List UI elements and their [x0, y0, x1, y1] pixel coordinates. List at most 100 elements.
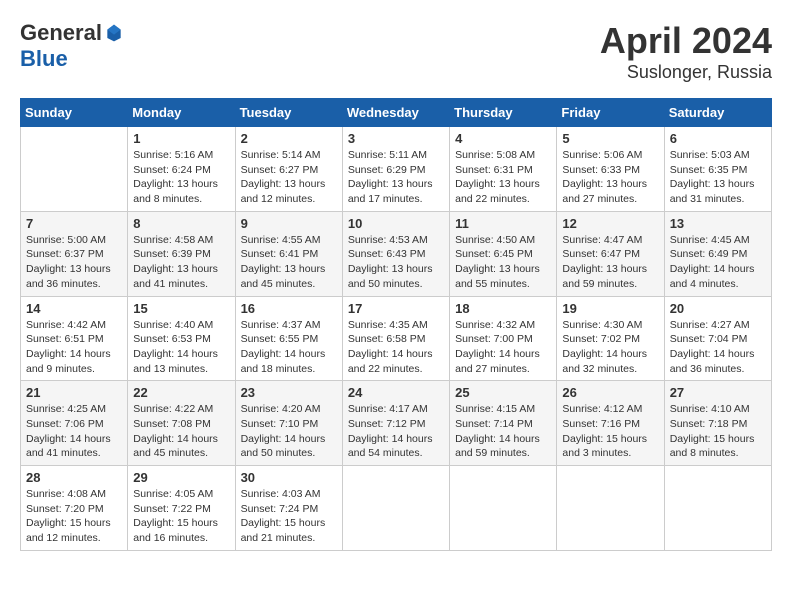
- weekday-header-wednesday: Wednesday: [342, 99, 449, 127]
- day-number: 7: [26, 216, 122, 231]
- calendar-cell: 8Sunrise: 4:58 AM Sunset: 6:39 PM Daylig…: [128, 211, 235, 296]
- calendar-cell: 3Sunrise: 5:11 AM Sunset: 6:29 PM Daylig…: [342, 127, 449, 212]
- day-info: Sunrise: 4:42 AM Sunset: 6:51 PM Dayligh…: [26, 318, 122, 377]
- day-info: Sunrise: 4:45 AM Sunset: 6:49 PM Dayligh…: [670, 233, 766, 292]
- calendar-cell: 20 Sunrise: 4:27 AM Sunset: 7:04 PM Dayli…: [664, 296, 771, 381]
- day-number: 26: [562, 385, 658, 400]
- day-info: Sunrise: 5:14 AM Sunset: 6:27 PM Dayligh…: [241, 148, 337, 207]
- calendar-cell: 27 Sunrise: 4:10 AM Sunset: 7:18 PM Dayli…: [664, 381, 771, 466]
- day-info: Sunrise: 4:55 AM Sunset: 6:41 PM Dayligh…: [241, 233, 337, 292]
- day-number: 8: [133, 216, 229, 231]
- calendar-cell: 13 Sunrise: 4:45 AM Sunset: 6:49 PM Dayli…: [664, 211, 771, 296]
- calendar-cell: 11 Sunrise: 4:50 AM Sunset: 6:45 PM Dayli…: [450, 211, 557, 296]
- week-row-3: 14 Sunrise: 4:42 AM Sunset: 6:51 PM Dayli…: [21, 296, 772, 381]
- day-number: 29: [133, 470, 229, 485]
- day-info: Sunrise: 4:47 AM Sunset: 6:47 PM Dayligh…: [562, 233, 658, 292]
- day-info: Sunrise: 4:05 AM Sunset: 7:22 PM Dayligh…: [133, 487, 229, 546]
- calendar-cell: 12 Sunrise: 4:47 AM Sunset: 6:47 PM Dayli…: [557, 211, 664, 296]
- calendar-cell: 17 Sunrise: 4:35 AM Sunset: 6:58 PM Dayli…: [342, 296, 449, 381]
- day-number: 9: [241, 216, 337, 231]
- weekday-header-sunday: Sunday: [21, 99, 128, 127]
- day-number: 12: [562, 216, 658, 231]
- day-number: 22: [133, 385, 229, 400]
- calendar-cell: 21Sunrise: 4:25 AM Sunset: 7:06 PM Dayli…: [21, 381, 128, 466]
- day-info: Sunrise: 4:10 AM Sunset: 7:18 PM Dayligh…: [670, 402, 766, 461]
- calendar-cell: 18 Sunrise: 4:32 AM Sunset: 7:00 PM Dayli…: [450, 296, 557, 381]
- calendar-cell: 7 Sunrise: 5:00 AM Sunset: 6:37 PM Daylig…: [21, 211, 128, 296]
- logo-icon: [104, 23, 124, 43]
- weekday-header-monday: Monday: [128, 99, 235, 127]
- day-info: Sunrise: 5:00 AM Sunset: 6:37 PM Dayligh…: [26, 233, 122, 292]
- day-info: Sunrise: 4:15 AM Sunset: 7:14 PM Dayligh…: [455, 402, 551, 461]
- day-number: 24: [348, 385, 444, 400]
- day-info: Sunrise: 4:08 AM Sunset: 7:20 PM Dayligh…: [26, 487, 122, 546]
- weekday-header-friday: Friday: [557, 99, 664, 127]
- day-number: 3: [348, 131, 444, 146]
- day-number: 15: [133, 301, 229, 316]
- day-info: Sunrise: 4:50 AM Sunset: 6:45 PM Dayligh…: [455, 233, 551, 292]
- day-info: Sunrise: 5:16 AM Sunset: 6:24 PM Dayligh…: [133, 148, 229, 207]
- day-number: 17: [348, 301, 444, 316]
- day-number: 13: [670, 216, 766, 231]
- calendar-cell: 2 Sunrise: 5:14 AM Sunset: 6:27 PM Daylig…: [235, 127, 342, 212]
- calendar-cell: 22 Sunrise: 4:22 AM Sunset: 7:08 PM Dayli…: [128, 381, 235, 466]
- calendar-cell: 24 Sunrise: 4:17 AM Sunset: 7:12 PM Dayli…: [342, 381, 449, 466]
- day-number: 14: [26, 301, 122, 316]
- day-info: Sunrise: 5:03 AM Sunset: 6:35 PM Dayligh…: [670, 148, 766, 207]
- day-info: Sunrise: 4:27 AM Sunset: 7:04 PM Dayligh…: [670, 318, 766, 377]
- calendar-cell: 29 Sunrise: 4:05 AM Sunset: 7:22 PM Dayli…: [128, 466, 235, 551]
- day-number: 19: [562, 301, 658, 316]
- day-number: 2: [241, 131, 337, 146]
- calendar-cell: 10Sunrise: 4:53 AM Sunset: 6:43 PM Dayli…: [342, 211, 449, 296]
- calendar-cell: 26 Sunrise: 4:12 AM Sunset: 7:16 PM Dayli…: [557, 381, 664, 466]
- day-info: Sunrise: 4:12 AM Sunset: 7:16 PM Dayligh…: [562, 402, 658, 461]
- calendar-cell: 6 Sunrise: 5:03 AM Sunset: 6:35 PM Daylig…: [664, 127, 771, 212]
- calendar-cell: 14 Sunrise: 4:42 AM Sunset: 6:51 PM Dayli…: [21, 296, 128, 381]
- weekday-header-tuesday: Tuesday: [235, 99, 342, 127]
- day-info: Sunrise: 4:30 AM Sunset: 7:02 PM Dayligh…: [562, 318, 658, 377]
- day-number: 28: [26, 470, 122, 485]
- logo-general-text: General: [20, 20, 102, 46]
- day-number: 23: [241, 385, 337, 400]
- day-number: 10: [348, 216, 444, 231]
- day-number: 18: [455, 301, 551, 316]
- week-row-2: 7 Sunrise: 5:00 AM Sunset: 6:37 PM Daylig…: [21, 211, 772, 296]
- day-info: Sunrise: 4:22 AM Sunset: 7:08 PM Dayligh…: [133, 402, 229, 461]
- day-number: 1: [133, 131, 229, 146]
- day-number: 30: [241, 470, 337, 485]
- calendar-cell: 30Sunrise: 4:03 AM Sunset: 7:24 PM Dayli…: [235, 466, 342, 551]
- title-block: April 2024 Suslonger, Russia: [600, 20, 772, 83]
- day-number: 11: [455, 216, 551, 231]
- calendar-cell: [450, 466, 557, 551]
- weekday-header-thursday: Thursday: [450, 99, 557, 127]
- calendar-cell: 25 Sunrise: 4:15 AM Sunset: 7:14 PM Dayli…: [450, 381, 557, 466]
- calendar-cell: 1 Sunrise: 5:16 AM Sunset: 6:24 PM Daylig…: [128, 127, 235, 212]
- calendar-cell: 5Sunrise: 5:06 AM Sunset: 6:33 PM Daylig…: [557, 127, 664, 212]
- day-info: Sunrise: 4:25 AM Sunset: 7:06 PM Dayligh…: [26, 402, 122, 461]
- page-header: General Blue April 2024 Suslonger, Russi…: [20, 20, 772, 83]
- day-info: Sunrise: 5:06 AM Sunset: 6:33 PM Dayligh…: [562, 148, 658, 207]
- weekday-header-saturday: Saturday: [664, 99, 771, 127]
- calendar-cell: 15Sunrise: 4:40 AM Sunset: 6:53 PM Dayli…: [128, 296, 235, 381]
- location-title: Suslonger, Russia: [600, 62, 772, 83]
- week-row-5: 28 Sunrise: 4:08 AM Sunset: 7:20 PM Dayli…: [21, 466, 772, 551]
- calendar-cell: 16Sunrise: 4:37 AM Sunset: 6:55 PM Dayli…: [235, 296, 342, 381]
- calendar-cell: [342, 466, 449, 551]
- day-info: Sunrise: 4:32 AM Sunset: 7:00 PM Dayligh…: [455, 318, 551, 377]
- day-number: 25: [455, 385, 551, 400]
- calendar-cell: [664, 466, 771, 551]
- month-title: April 2024: [600, 20, 772, 62]
- weekday-header-row: SundayMondayTuesdayWednesdayThursdayFrid…: [21, 99, 772, 127]
- day-number: 20: [670, 301, 766, 316]
- calendar-cell: [557, 466, 664, 551]
- week-row-1: 1 Sunrise: 5:16 AM Sunset: 6:24 PM Daylig…: [21, 127, 772, 212]
- day-number: 16: [241, 301, 337, 316]
- day-info: Sunrise: 4:35 AM Sunset: 6:58 PM Dayligh…: [348, 318, 444, 377]
- day-info: Sunrise: 5:08 AM Sunset: 6:31 PM Dayligh…: [455, 148, 551, 207]
- day-number: 4: [455, 131, 551, 146]
- day-number: 6: [670, 131, 766, 146]
- calendar-cell: 9 Sunrise: 4:55 AM Sunset: 6:41 PM Daylig…: [235, 211, 342, 296]
- logo-blue-text: Blue: [20, 46, 68, 72]
- day-info: Sunrise: 4:17 AM Sunset: 7:12 PM Dayligh…: [348, 402, 444, 461]
- day-number: 27: [670, 385, 766, 400]
